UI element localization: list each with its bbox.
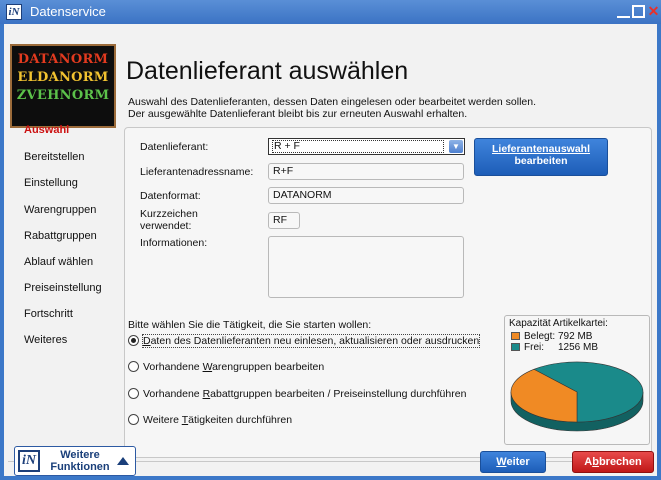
used-value: 792 MB: [558, 331, 593, 342]
activity-option-edit-discount-groups[interactable]: Vorhandene Rabattgruppen bearbeiten / Pr…: [128, 388, 466, 400]
app-logo-icon: iN: [18, 450, 40, 472]
logo-line-datanorm: DATANORM: [17, 52, 109, 67]
option-mnemonic: D: [143, 335, 151, 347]
option-mnemonic: W: [202, 361, 213, 373]
close-icon[interactable]: ✕: [647, 4, 660, 18]
edit-supplier-button-line-2: bearbeiten: [514, 155, 568, 167]
app-logo-icon: iN: [6, 4, 22, 20]
used-label: Belegt:: [524, 331, 556, 342]
radio-unselected-icon[interactable]: [128, 388, 139, 399]
used-swatch: [511, 332, 520, 340]
more-functions-label: Weitere Funktionen: [45, 449, 115, 473]
shortcode-field[interactable]: RF: [268, 212, 300, 229]
data-format-label: Datenformat:: [140, 190, 201, 202]
legend-used: Belegt: 792 MB: [511, 331, 592, 342]
norm-logo: DATANORM ELDANORM ZVEHNORM: [10, 44, 116, 128]
sidebar-item-ablauf-waehlen[interactable]: Ablauf wählen: [24, 256, 93, 268]
cancel-button[interactable]: Abbrechen: [572, 451, 654, 473]
option-text-post: aten des Datenlieferanten neu einlesen, …: [150, 335, 480, 347]
sidebar-item-bereitstellen[interactable]: Bereitstellen: [24, 151, 85, 163]
activity-prompt: Bitte wählen Sie die Tätigkeit, die Sie …: [128, 319, 372, 331]
option-text-pre: Vorhandene: [143, 361, 203, 373]
address-name-label: Lieferantenadressname:: [140, 166, 254, 178]
information-textarea[interactable]: [268, 236, 464, 298]
radio-unselected-icon[interactable]: [128, 361, 139, 372]
option-text-post: arengruppen bearbeiten: [212, 361, 325, 373]
chevron-down-icon[interactable]: ▼: [449, 140, 463, 153]
activity-option-edit-product-groups[interactable]: Vorhandene Warengruppen bearbeiten: [128, 361, 324, 373]
capacity-pie-chart: [510, 361, 644, 432]
sidebar-item-weiteres[interactable]: Weiteres: [24, 334, 67, 346]
window-body: DATANORM ELDANORM ZVEHNORM Auswahl Berei…: [4, 24, 657, 476]
option-text-post: ätigkeiten durchführen: [188, 414, 293, 426]
more-functions-line-1: Weitere: [60, 449, 100, 461]
activity-option-read-data[interactable]: Daten des Datenlieferanten neu einlesen,…: [128, 334, 481, 348]
sidebar-item-auswahl[interactable]: Auswahl: [24, 124, 69, 136]
logo-line-eldanorm: ELDANORM: [17, 70, 109, 85]
supplier-select-value: R + F: [272, 140, 444, 153]
maximize-icon[interactable]: [632, 5, 645, 18]
shortcode-label-line-2: verwendet:: [140, 220, 192, 232]
shortcode-label-line-1: Kurzzeichen: [140, 208, 198, 220]
activity-option-further-activities[interactable]: Weitere Tätigkeiten durchführen: [128, 414, 292, 426]
cancel-mnemonic: b: [592, 456, 599, 468]
page-title: Datenlieferant auswählen: [126, 57, 409, 85]
sidebar-item-rabattgruppen[interactable]: Rabattgruppen: [24, 230, 97, 242]
address-name-field[interactable]: R+F: [268, 163, 464, 180]
edit-supplier-button-line-1: Lieferantenauswahl: [491, 143, 591, 155]
capacity-title: Kapazität Artikelkartei:: [509, 318, 608, 329]
cancel-label-pre: A: [584, 456, 593, 468]
legend-free: Frei: 1256 MB: [511, 342, 598, 353]
window-title: Datenservice: [30, 4, 106, 19]
logo-line-zvehnorm: ZVEHNORM: [16, 88, 110, 103]
radio-unselected-icon[interactable]: [128, 414, 139, 425]
page-description-line-2: Der ausgewählte Datenlieferant bleibt bi…: [128, 108, 468, 120]
supplier-select[interactable]: R + F ▼: [268, 138, 465, 155]
data-format-field[interactable]: DATANORM: [268, 187, 464, 204]
next-label-rest: eiter: [506, 456, 530, 468]
capacity-panel: Kapazität Artikelkartei: Belegt: 792 MB F…: [504, 315, 650, 445]
information-label: Informationen:: [140, 237, 208, 249]
free-value: 1256 MB: [558, 342, 599, 353]
more-functions-button[interactable]: iN Weitere Funktionen: [14, 446, 136, 476]
edit-supplier-selection-button[interactable]: Lieferantenauswahl bearbeiten: [474, 138, 608, 176]
more-functions-line-2: Funktionen: [50, 461, 110, 473]
free-label: Frei:: [524, 342, 544, 353]
free-swatch: [511, 343, 520, 351]
chevron-up-icon: [117, 457, 129, 465]
option-text-pre: Weitere: [143, 414, 182, 426]
page-description-line-1: Auswahl des Datenlieferanten, dessen Dat…: [128, 96, 537, 108]
title-bar: iN Datenservice ✕: [0, 0, 661, 24]
supplier-label: Datenlieferant:: [140, 141, 209, 153]
next-button[interactable]: Weiter: [480, 451, 546, 473]
option-text-post: abattgruppen bearbeiten / Preiseinstellu…: [210, 388, 467, 400]
minimize-icon[interactable]: [617, 5, 630, 18]
radio-selected-icon[interactable]: [128, 335, 139, 346]
sidebar-item-preiseinstellung[interactable]: Preiseinstellung: [24, 282, 102, 294]
next-mnemonic: W: [496, 456, 507, 468]
option-text-pre: Vorhandene: [143, 388, 203, 400]
cancel-label-rest: brechen: [598, 456, 642, 468]
sidebar-item-einstellung[interactable]: Einstellung: [24, 177, 78, 189]
sidebar-item-warengruppen[interactable]: Warengruppen: [24, 204, 96, 216]
sidebar-item-fortschritt[interactable]: Fortschritt: [24, 308, 73, 320]
